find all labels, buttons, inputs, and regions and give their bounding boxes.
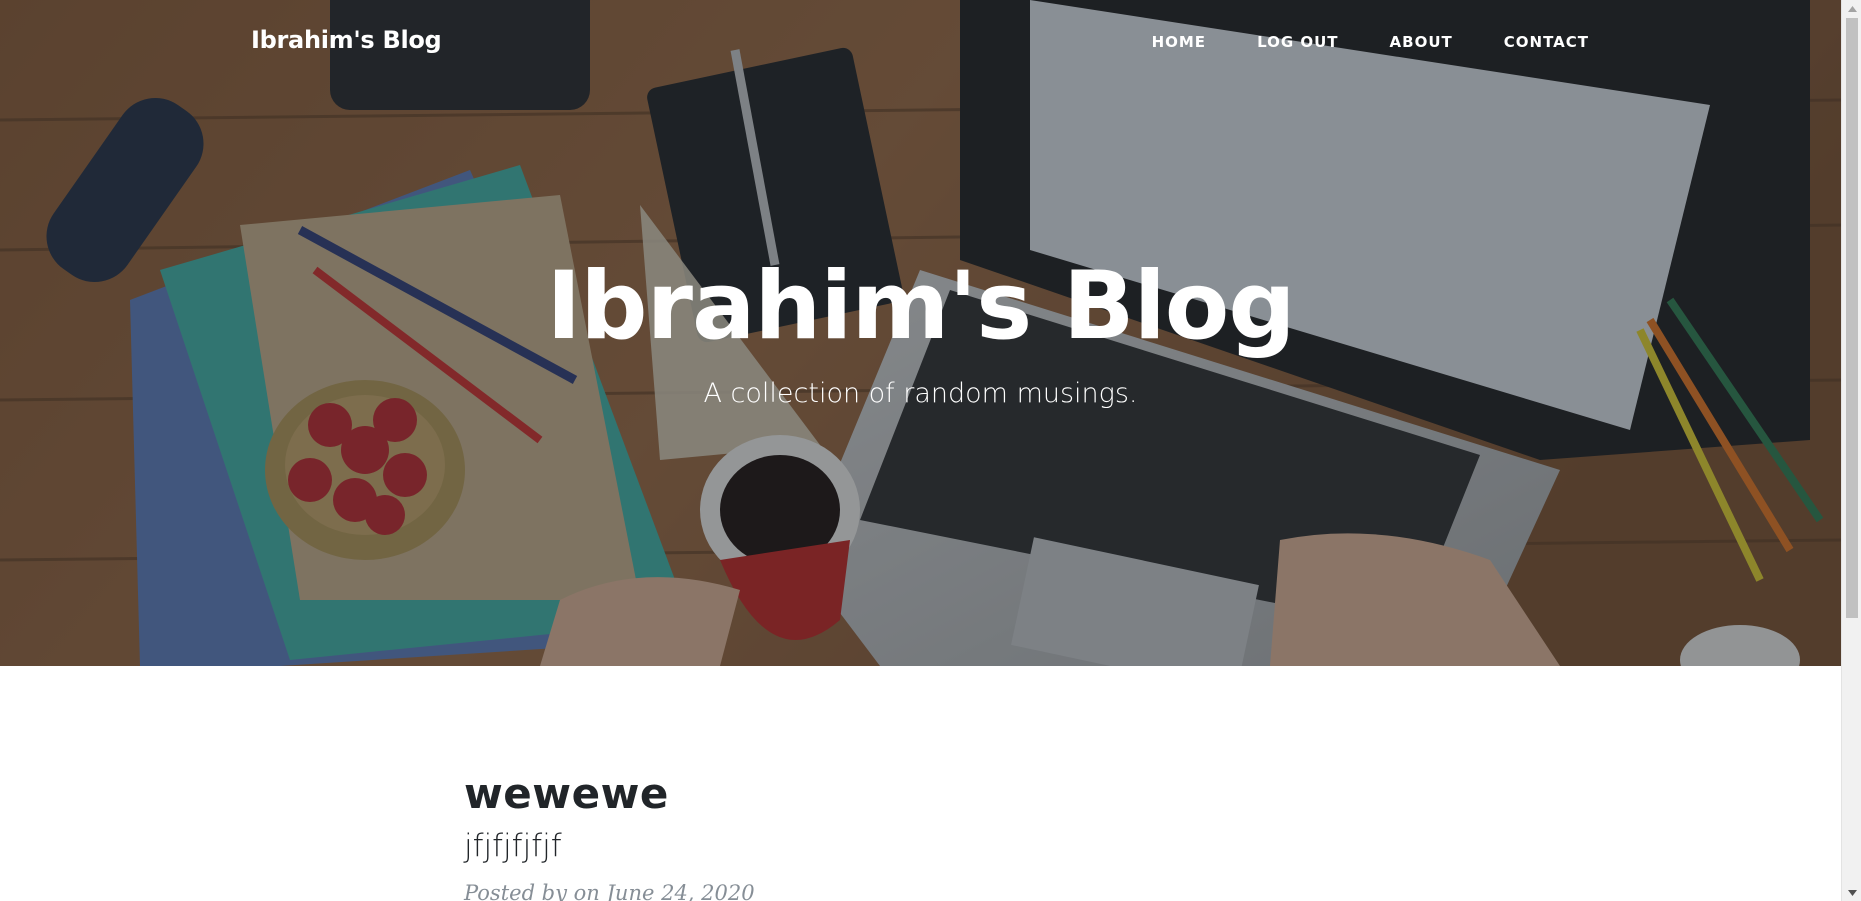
masthead: Ibrahim's Blog Home Log Out About Contac… bbox=[0, 0, 1841, 666]
navbar-brand[interactable]: Ibrahim's Blog bbox=[251, 26, 442, 54]
page: Ibrahim's Blog Home Log Out About Contac… bbox=[0, 0, 1841, 901]
nav-link-log-out[interactable]: Log Out bbox=[1206, 33, 1338, 51]
vertical-scrollbar[interactable] bbox=[1841, 0, 1861, 901]
post-subtitle[interactable]: jfjfjfjfjf bbox=[464, 829, 1364, 863]
nav-link-home[interactable]: Home bbox=[1152, 33, 1206, 51]
nav-link-contact[interactable]: Contact bbox=[1453, 33, 1589, 51]
post-meta: Posted by on June 24, 2020 bbox=[464, 881, 755, 901]
triangle-down-icon[interactable] bbox=[1842, 884, 1861, 901]
nav-links: Home Log Out About Contact bbox=[1152, 33, 1589, 51]
hero-subtitle: A collection of random musings. bbox=[703, 378, 1138, 410]
triangle-up-icon[interactable] bbox=[1842, 0, 1861, 17]
nav-link-about[interactable]: About bbox=[1339, 33, 1453, 51]
hero-title: Ibrahim's Blog bbox=[546, 252, 1295, 361]
post-preview: wewewe jfjfjfjfjf Posted by on June 24, … bbox=[464, 770, 1364, 901]
main-content: wewewe jfjfjfjfjf Posted by on June 24, … bbox=[0, 666, 1841, 901]
main-nav: Ibrahim's Blog Home Log Out About Contac… bbox=[0, 0, 1841, 84]
site-heading: Ibrahim's Blog A collection of random mu… bbox=[0, 255, 1841, 411]
scrollbar-thumb[interactable] bbox=[1846, 18, 1858, 618]
post-title[interactable]: wewewe bbox=[464, 770, 1364, 817]
